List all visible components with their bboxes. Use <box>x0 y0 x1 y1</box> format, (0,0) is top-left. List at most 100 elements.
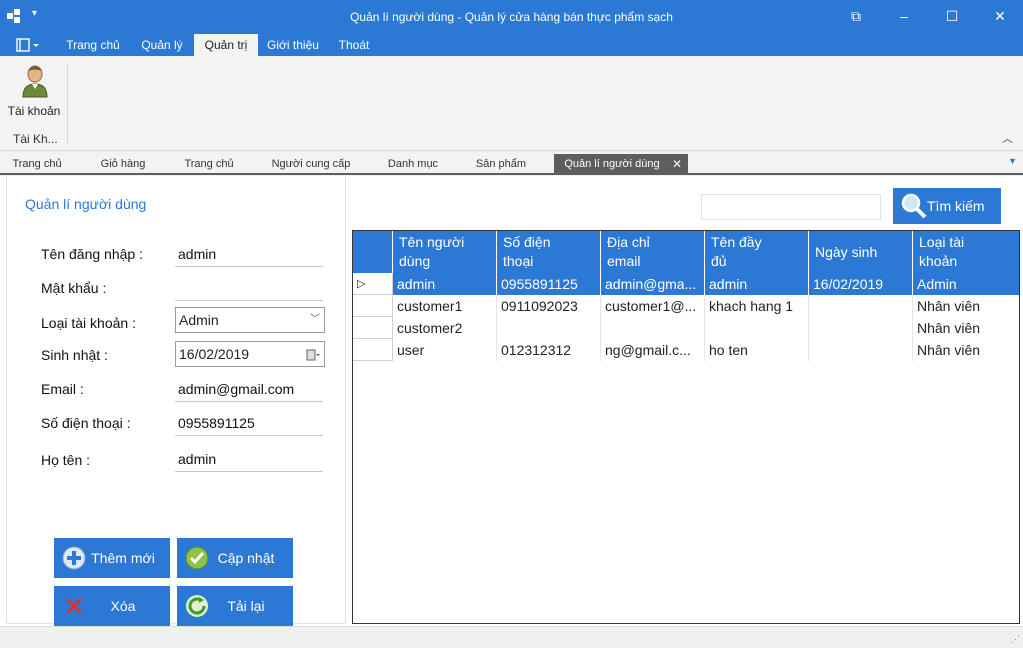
column-header-text: khoản <box>919 253 958 269</box>
phone-label: Số điện thoại : <box>41 415 131 431</box>
account-type-value: Admin <box>179 312 219 328</box>
collapse-ribbon-icon[interactable]: ︿ <box>1002 130 1013 146</box>
doc-tab-user-management[interactable]: Quản lí người dùng ✕ <box>554 154 688 175</box>
cell-username[interactable]: admin <box>393 273 497 295</box>
cell-account-type[interactable]: Nhân viên <box>913 295 1019 317</box>
fullname-label: Họ tên : <box>41 452 91 468</box>
row-header[interactable] <box>353 295 393 317</box>
ribbon-tab-home[interactable]: Trang chủ <box>58 34 128 56</box>
doc-tab-categories[interactable]: Danh mục <box>382 154 444 175</box>
ribbon-tab-manage[interactable]: Quản lý <box>132 34 192 56</box>
cell-username[interactable]: user <box>393 339 497 361</box>
row-header[interactable] <box>353 339 393 361</box>
resize-grip-icon[interactable]: ⋰ <box>1011 634 1020 645</box>
birthday-datepicker[interactable]: 16/02/2019 <box>175 341 325 367</box>
search-button[interactable]: Tìm kiếm <box>893 188 1001 224</box>
title-bar: ▾ Quản lí người dùng - Quản lý cửa hàng … <box>0 0 1023 34</box>
row-header[interactable] <box>353 317 393 339</box>
grid-header: Tên người dùng Số điện thoại Địa chỉ ema… <box>353 231 1019 273</box>
column-header-birthday[interactable]: Ngày sinh <box>809 231 913 273</box>
restore-window-icon[interactable]: ⧉ <box>848 8 864 24</box>
delete-button-label: Xóa <box>110 598 136 614</box>
column-header-text: Loại tài <box>919 234 965 250</box>
column-header-fullname[interactable]: Tên đầy đủ <box>705 231 809 273</box>
ribbon-tab-about[interactable]: Giới thiệu <box>262 34 324 56</box>
chevron-down-icon: ﹀ <box>310 314 320 325</box>
cell-phone[interactable]: 0955891125 <box>497 273 601 295</box>
column-header-email[interactable]: Địa chỉ email <box>601 231 705 273</box>
close-tab-icon[interactable]: ✕ <box>672 154 682 175</box>
row-header[interactable]: ▷ <box>353 273 393 295</box>
cell-fullname[interactable]: khach hang 1 <box>705 295 809 317</box>
doc-tab-products[interactable]: Sản phẩm <box>470 154 532 175</box>
cell-email[interactable]: ng@gmail.c... <box>601 339 705 361</box>
minimize-button[interactable]: – <box>896 8 912 24</box>
cell-account-type[interactable]: Admin <box>913 273 1019 295</box>
file-menu-icon[interactable] <box>14 37 42 53</box>
account-button[interactable]: Tài khoản <box>6 62 62 118</box>
users-grid[interactable]: Tên người dùng Số điện thoại Địa chỉ ema… <box>352 230 1020 624</box>
cell-phone[interactable] <box>497 317 601 339</box>
cell-fullname[interactable]: admin <box>705 273 809 295</box>
phone-input[interactable] <box>175 410 323 436</box>
user-form-panel: Quản lí người dùng Tên đăng nhập : Mật k… <box>6 176 346 626</box>
account-type-label: Loại tài khoản : <box>41 315 136 331</box>
cell-fullname[interactable]: ho ten <box>705 339 809 361</box>
cell-email[interactable]: customer1@... <box>601 295 705 317</box>
cell-account-type[interactable]: Nhân viên <box>913 317 1019 339</box>
doc-tab-home[interactable]: Trang chủ <box>6 154 68 175</box>
cell-birthday[interactable]: 16/02/2019 <box>809 273 913 295</box>
ribbon-tab-exit[interactable]: Thoát <box>330 34 378 56</box>
column-header-text: email <box>607 253 641 269</box>
column-header-text: thoại <box>503 253 534 269</box>
column-header-account-type[interactable]: Loại tài khoản <box>913 231 1019 273</box>
ribbon-group-label: Tài Kh... <box>13 132 58 146</box>
calendar-dropdown-icon[interactable] <box>306 348 320 362</box>
doc-tab-home-2[interactable]: Trang chủ <box>178 154 240 175</box>
cell-username[interactable]: customer1 <box>393 295 497 317</box>
cell-username[interactable]: customer2 <box>393 317 497 339</box>
search-input[interactable] <box>701 194 881 220</box>
fullname-input[interactable] <box>175 446 323 472</box>
update-button-label: Cập nhật <box>217 550 275 566</box>
update-button[interactable]: Cập nhật <box>177 538 293 578</box>
password-input[interactable] <box>175 275 323 301</box>
doc-tab-cart[interactable]: Giỏ hàng <box>94 154 152 175</box>
email-input[interactable] <box>175 376 323 402</box>
doc-tab-suppliers[interactable]: Người cung cấp <box>266 154 356 175</box>
close-button[interactable]: ✕ <box>992 8 1008 24</box>
table-row[interactable]: customer2 Nhân viên <box>353 317 1019 339</box>
cell-phone[interactable]: 0911092023 <box>497 295 601 317</box>
column-header-username[interactable]: Tên người dùng <box>393 231 497 273</box>
delete-button[interactable]: Xóa <box>54 586 170 626</box>
account-type-select[interactable]: Admin ﹀ <box>175 307 325 333</box>
tab-list-dropdown-icon[interactable]: ▼ <box>1008 156 1017 166</box>
cell-email[interactable] <box>601 317 705 339</box>
column-header-phone[interactable]: Số điện thoại <box>497 231 601 273</box>
cell-birthday[interactable] <box>809 339 913 361</box>
search-icon <box>901 193 927 219</box>
cell-fullname[interactable] <box>705 317 809 339</box>
cell-birthday[interactable] <box>809 317 913 339</box>
username-input[interactable] <box>175 241 323 267</box>
table-row[interactable]: ▷ admin 0955891125 admin@gma... admin 16… <box>353 273 1019 295</box>
add-button[interactable]: Thêm mới <box>54 538 170 578</box>
column-header-text: Tên người <box>399 234 465 250</box>
ribbon-tab-admin[interactable]: Quản trị <box>194 34 258 56</box>
reload-button[interactable]: Tải lại <box>177 586 293 626</box>
cell-account-type[interactable]: Nhân viên <box>913 339 1019 361</box>
column-header-text: Địa chỉ <box>607 234 650 250</box>
status-bar: ⋰ <box>0 626 1023 648</box>
cell-birthday[interactable] <box>809 295 913 317</box>
column-header-text: dùng <box>399 253 431 269</box>
birthday-label: Sinh nhật : <box>41 347 108 363</box>
maximize-button[interactable]: ☐ <box>944 8 960 24</box>
birthday-value: 16/02/2019 <box>179 346 250 362</box>
table-row[interactable]: customer1 0911092023 customer1@... khach… <box>353 295 1019 317</box>
ribbon-tab-strip: Trang chủ Quản lý Quản trị Giới thiệu Th… <box>0 34 1023 56</box>
account-button-label: Tài khoản <box>7 104 61 118</box>
cell-phone[interactable]: 012312312 <box>497 339 601 361</box>
column-header-text: đủ <box>711 253 727 269</box>
table-row[interactable]: user 012312312 ng@gmail.c... ho ten Nhân… <box>353 339 1019 361</box>
cell-email[interactable]: admin@gma... <box>601 273 705 295</box>
